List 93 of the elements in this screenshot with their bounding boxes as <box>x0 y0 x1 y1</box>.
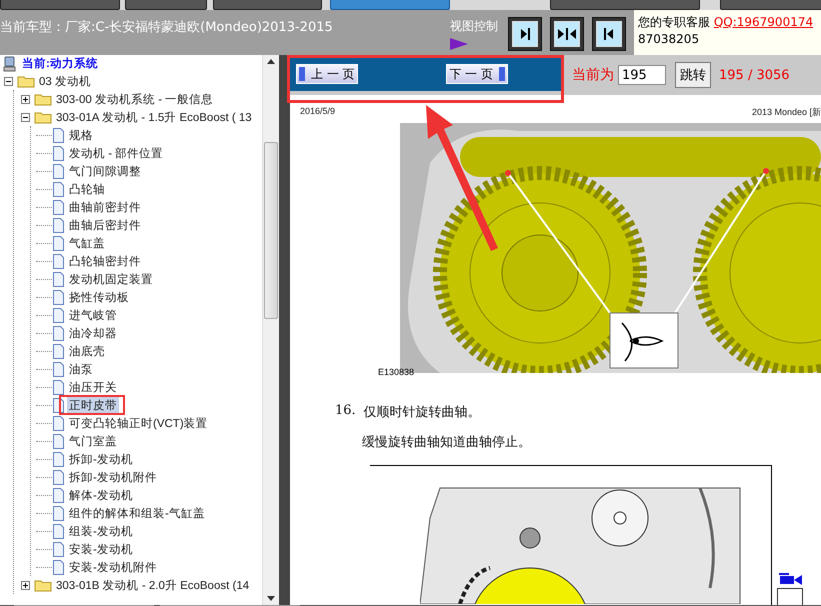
document-icon <box>52 236 65 250</box>
arrow-to-bar-icon <box>512 21 538 47</box>
scroll-up-icon[interactable] <box>267 59 275 64</box>
tree-item[interactable]: 挠性传动板 <box>67 288 131 306</box>
tree-item[interactable]: 拆卸-发动机 <box>67 450 135 468</box>
current-page-label: 当前为 <box>572 66 614 84</box>
document-icon <box>52 164 65 178</box>
camera-icon <box>778 572 802 586</box>
document-icon <box>52 218 65 232</box>
support-phone: 87038205 <box>638 31 700 48</box>
view-control-label: 视图控制 <box>450 18 498 35</box>
tree-item[interactable]: 当前:动力系统 <box>20 55 100 72</box>
scrollbar-thumb[interactable] <box>264 142 278 319</box>
document-icon <box>52 560 65 574</box>
document-icon <box>52 308 65 322</box>
tree-item[interactable]: 组装-发动机 <box>67 522 135 540</box>
vehicle-model-label: 当前车型：厂家:C-长安福特蒙迪欧(Mondeo)2013-2015 <box>0 19 334 37</box>
computer-icon <box>2 56 18 72</box>
document-icon <box>52 380 65 394</box>
tree-item[interactable]: 进气岐管 <box>67 306 119 324</box>
tree-item[interactable]: 组件的解体和组装-气缸盖 <box>67 504 207 522</box>
document-icon <box>52 452 65 466</box>
document-icon <box>52 524 65 538</box>
document-header-title: 2013 Mondeo [新 <box>752 106 821 119</box>
document-icon <box>52 470 65 484</box>
collapse-toggle-icon[interactable] <box>4 76 13 86</box>
document-icon <box>52 506 65 520</box>
tree-item[interactable]: 安装-发动机 <box>67 540 135 558</box>
document-icon <box>52 362 65 376</box>
tree-item[interactable]: 油压开关 <box>67 378 119 396</box>
document-icon <box>52 416 65 430</box>
document-icon <box>52 434 65 448</box>
step-note: 缓慢旋转曲轴知道曲轴停止。 <box>362 434 532 451</box>
tree-item[interactable]: 凸轮轴密封件 <box>67 252 143 270</box>
tree-item[interactable]: 气缸盖 <box>67 234 107 252</box>
tree-item[interactable]: 气门间隙调整 <box>67 162 143 180</box>
play-triangle-icon <box>450 38 468 50</box>
document-date: 2016/5/9 <box>300 106 336 118</box>
document-icon <box>52 272 65 286</box>
tree-item[interactable]: 303-01B 发动机 - 2.0升 EcoBoost (14 <box>54 576 252 594</box>
tree-item[interactable]: 303-00 发动机系统 - 一般信息 <box>54 90 216 108</box>
view-center-button[interactable] <box>550 17 584 51</box>
next-page-button[interactable]: 下 一 页 <box>446 64 508 84</box>
page-number-field[interactable]: 195 <box>618 65 666 85</box>
tree-item[interactable]: 油泵 <box>67 360 95 378</box>
tree-item[interactable]: 303-01A 发动机 - 1.5升 EcoBoost ( 13 <box>54 108 254 126</box>
tree-item[interactable]: 曲轴前密封件 <box>67 198 143 216</box>
tree-item[interactable]: 油底壳 <box>67 342 107 360</box>
document-icon <box>52 200 65 214</box>
step-text: 仅顺时针旋转曲轴。 <box>364 404 481 421</box>
expand-toggle-icon[interactable] <box>21 580 30 590</box>
tree-item[interactable]: 规格 <box>67 126 95 144</box>
highlight-frame <box>59 395 125 415</box>
support-label: 您的专职客服 <box>638 15 710 29</box>
collapse-toggle-icon[interactable] <box>21 112 30 122</box>
document-icon <box>52 290 65 304</box>
document-icon <box>52 254 65 268</box>
document-icon <box>52 488 65 502</box>
page-position: 195 / 3056 <box>719 68 790 82</box>
tree-item[interactable]: 气门室盖 <box>67 432 119 450</box>
tree-item[interactable]: 拆卸-发动机附件 <box>67 468 159 486</box>
tree-item[interactable]: 解体-发动机 <box>67 486 135 504</box>
tree-item[interactable]: 发动机 - 部件位置 <box>67 144 166 162</box>
arrows-to-center-icon <box>554 21 580 47</box>
tree-item[interactable]: 曲轴后密封件 <box>67 216 143 234</box>
folder-icon <box>34 578 52 592</box>
previous-page-button[interactable]: 上 一 页 <box>296 64 358 84</box>
document-icon <box>52 182 65 196</box>
tree-item[interactable]: 正时皮带 <box>67 396 119 414</box>
tree-item[interactable]: 03 发动机 <box>37 72 93 90</box>
tree-item[interactable]: 发动机固定装置 <box>67 270 155 288</box>
scroll-down-icon[interactable] <box>267 596 275 601</box>
folder-icon <box>34 110 52 124</box>
tree-item[interactable]: 安装-发动机附件 <box>67 558 159 576</box>
document-icon <box>52 146 65 160</box>
folder-icon <box>34 92 52 106</box>
document-icon <box>52 128 65 142</box>
go-button[interactable]: 跳转 <box>675 62 711 88</box>
qq-link[interactable]: QQ:1967900174 <box>714 15 814 29</box>
arrow-to-bar-icon <box>596 21 622 47</box>
tree-item[interactable]: 可变凸轮轴正时(VCT)装置 <box>67 414 210 432</box>
tree-item[interactable]: 凸轮轴 <box>67 180 107 198</box>
document-icon <box>52 326 65 340</box>
folder-icon <box>17 74 35 88</box>
tree-scrollbar[interactable] <box>262 55 279 605</box>
expand-toggle-icon[interactable] <box>21 94 30 104</box>
document-icon <box>52 542 65 556</box>
view-left-button[interactable] <box>592 17 626 51</box>
document-icon <box>52 344 65 358</box>
step-number: 16. <box>335 403 356 420</box>
tree-item[interactable]: 油冷却器 <box>67 324 119 342</box>
view-right-button[interactable] <box>508 17 542 51</box>
figure-id: E130838 <box>378 367 416 377</box>
